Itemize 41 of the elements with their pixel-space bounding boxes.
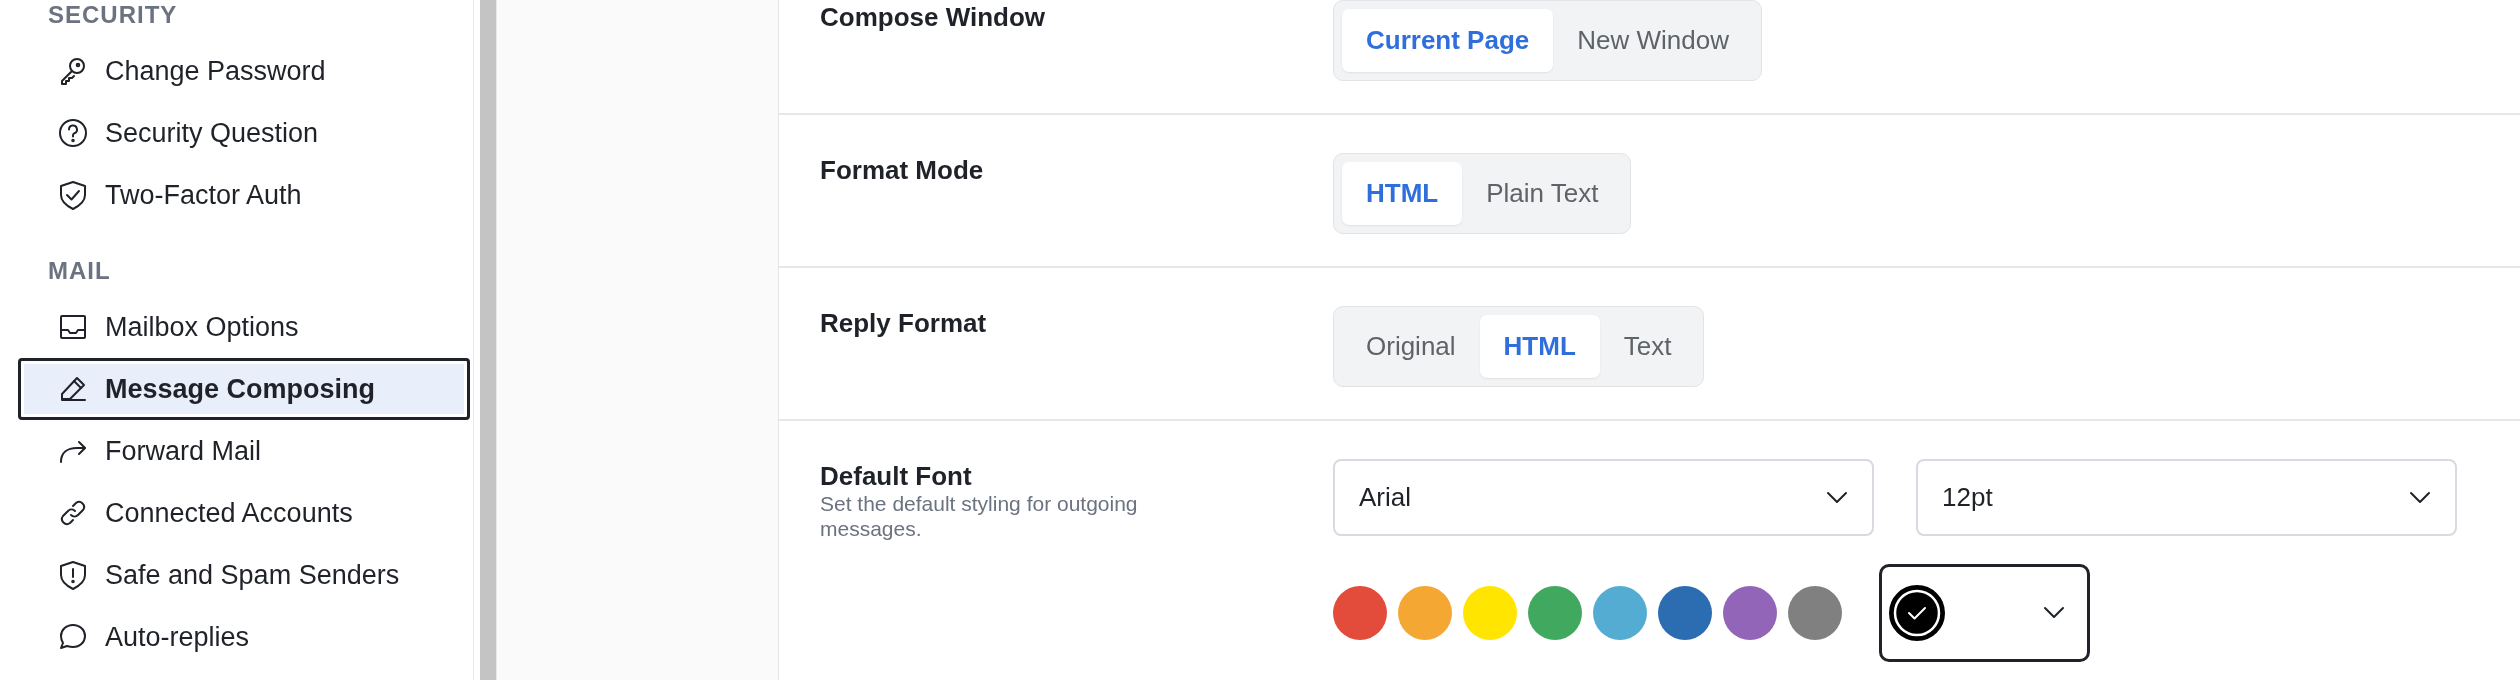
sidebar-item[interactable]: Security Question xyxy=(18,102,470,164)
segment-option[interactable]: Text xyxy=(1599,315,1696,378)
sidebar-item[interactable]: Message Composing xyxy=(18,358,470,420)
segment-option[interactable]: Plain Text xyxy=(1462,162,1623,225)
sidebar-item[interactable]: Auto-replies xyxy=(18,606,470,668)
sidebar-item[interactable]: Forward Mail xyxy=(18,420,470,482)
setting-description: Set the default styling for outgoing messages. xyxy=(820,491,1139,542)
segment-option[interactable]: Current Page xyxy=(1342,9,1554,72)
sidebar-item[interactable]: Two-Factor Auth xyxy=(18,164,470,226)
sidebar-item[interactable]: Change Password xyxy=(18,40,470,102)
segment-option[interactable]: HTML xyxy=(1342,162,1463,225)
color-swatch[interactable] xyxy=(1463,586,1517,640)
font-select[interactable]: Arial xyxy=(1333,459,1874,536)
chevron-icon xyxy=(2409,490,2431,505)
sidebar-item[interactable]: Connected Accounts xyxy=(18,482,470,544)
color-swatch[interactable] xyxy=(1398,586,1452,640)
help-icon xyxy=(57,117,89,149)
color-swatch[interactable] xyxy=(1788,586,1842,640)
setting-label: Format Mode xyxy=(820,155,985,185)
setting-label: Compose Window xyxy=(820,2,1047,32)
shield-alert-icon xyxy=(57,559,89,591)
setting-label: Default Font xyxy=(820,461,973,491)
chevron-icon xyxy=(1826,490,1848,505)
sidebar-scrollbar[interactable] xyxy=(480,0,496,680)
color-swatch[interactable] xyxy=(1528,586,1582,640)
color-swatch[interactable] xyxy=(1333,586,1387,640)
sidebar-item[interactable]: Safe and Spam Senders xyxy=(18,544,470,606)
section-heading: SECURITY xyxy=(47,0,179,30)
size-select[interactable]: 12pt xyxy=(1916,459,2457,536)
color-swatch[interactable] xyxy=(1658,586,1712,640)
chevron-icon xyxy=(2043,606,2065,620)
color-swatch[interactable] xyxy=(1593,586,1647,640)
segment-option[interactable]: New Window xyxy=(1553,9,1753,72)
color-picker[interactable] xyxy=(1879,564,2090,662)
segment-option[interactable]: Original xyxy=(1342,315,1480,378)
section-heading: MAIL xyxy=(47,256,112,286)
shield-check-icon xyxy=(57,179,89,211)
segment-option[interactable]: HTML xyxy=(1479,315,1600,378)
setting-label: Reply Format xyxy=(820,308,988,338)
sidebar-item[interactable]: Mailbox Options xyxy=(18,296,470,358)
color-swatch[interactable] xyxy=(1723,586,1777,640)
